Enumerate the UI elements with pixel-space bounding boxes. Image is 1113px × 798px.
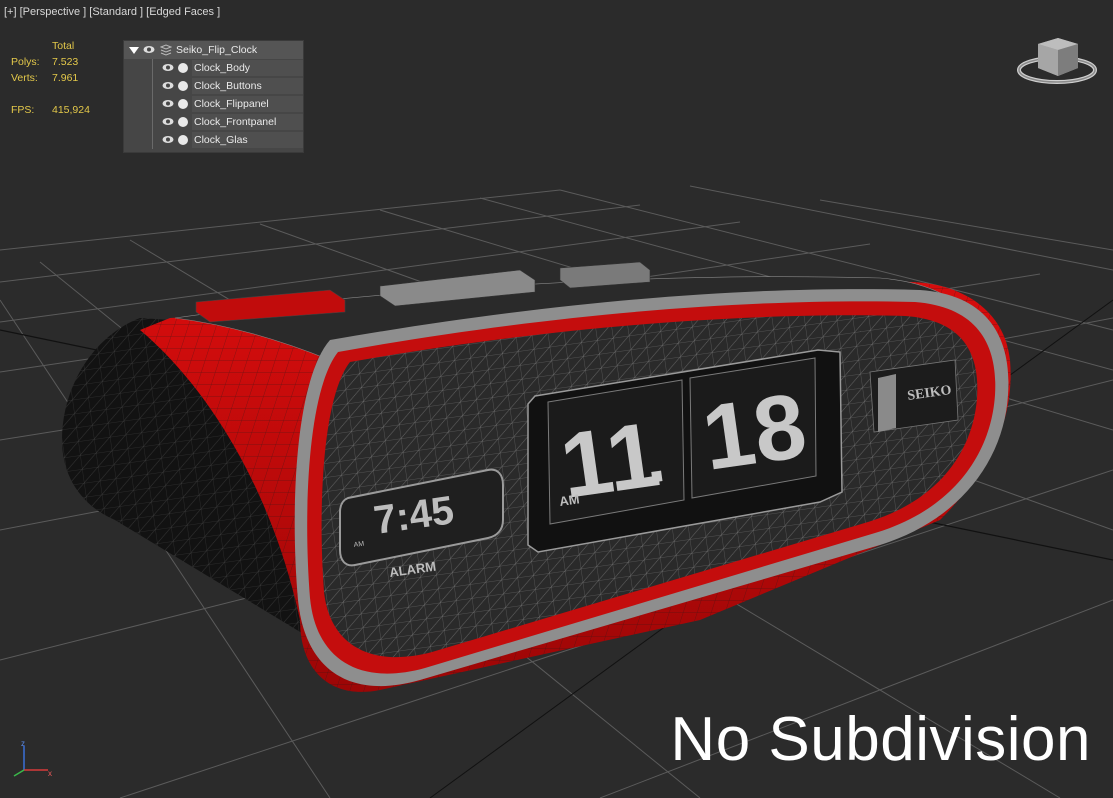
statistics-overlay: Total Polys: 7.523 Verts: 7.961 FPS: 415,92… — [11, 38, 90, 118]
object-dot-icon — [178, 81, 188, 91]
visibility-eye-icon[interactable] — [162, 135, 174, 144]
layer-stack-icon — [160, 44, 172, 56]
visibility-eye-icon[interactable] — [162, 99, 174, 108]
stats-total-header: Total — [52, 40, 75, 52]
polys-value: 7.523 — [52, 56, 79, 68]
scene-item-label: Clock_Body — [194, 62, 251, 74]
collapse-triangle-icon[interactable] — [129, 47, 139, 54]
fps-value: 415,924 — [52, 104, 90, 116]
axis-z-label: z — [21, 740, 25, 748]
object-dot-icon — [178, 117, 188, 127]
perspective-viewport[interactable]: 11 . 18 AM 7:45 AM ALARM SEIKO [+] [Pers… — [0, 0, 1113, 798]
scene-item-clock-flippanel[interactable]: Clock_Flippanel — [124, 95, 303, 113]
scene-item-label: Clock_Buttons — [194, 80, 262, 92]
clock-model[interactable]: 11 . 18 AM 7:45 AM ALARM SEIKO — [62, 261, 1011, 692]
scene-item-clock-frontpanel[interactable]: Clock_Frontpanel — [124, 113, 303, 131]
axis-x-label: x — [48, 769, 52, 778]
scene-item-clock-body[interactable]: Clock_Body — [124, 59, 303, 77]
am-indicator: AM — [558, 491, 580, 509]
visibility-eye-icon[interactable] — [162, 117, 174, 126]
scene-item-clock-glas[interactable]: Clock_Glas — [124, 131, 303, 149]
viewport-label[interactable]: [+] [Perspective ] [Standard ] [Edged Fa… — [4, 6, 220, 18]
scene-item-label: Clock_Frontpanel — [194, 116, 277, 128]
alarm-am: AM — [353, 541, 365, 549]
visibility-eye-icon[interactable] — [143, 45, 155, 54]
polys-label: Polys: — [11, 56, 40, 68]
scene-item-clock-buttons[interactable]: Clock_Buttons — [124, 77, 303, 95]
scene-item-root[interactable]: Seiko_Flip_Clock — [124, 41, 303, 59]
scene-explorer[interactable]: Seiko_Flip_Clock Clock_Body Clock_Button… — [123, 40, 304, 153]
verts-value: 7.961 — [52, 72, 79, 84]
verts-label: Verts: — [11, 72, 38, 84]
visibility-eye-icon[interactable] — [162, 81, 174, 90]
scene-item-label: Clock_Glas — [194, 134, 248, 146]
brand-grille — [878, 374, 896, 432]
scene-item-label: Seiko_Flip_Clock — [176, 44, 258, 56]
viewcube-icon[interactable] — [1016, 34, 1098, 90]
caption-text: No Subdivision — [670, 705, 1091, 774]
object-dot-icon — [178, 135, 188, 145]
scene-item-label: Clock_Flippanel — [194, 98, 269, 110]
fps-label: FPS: — [11, 104, 35, 116]
axis-tripod-icon: z x — [13, 740, 52, 778]
visibility-eye-icon[interactable] — [162, 63, 174, 72]
object-dot-icon — [178, 63, 188, 73]
time-minutes: 18 — [697, 375, 813, 490]
object-dot-icon — [178, 99, 188, 109]
